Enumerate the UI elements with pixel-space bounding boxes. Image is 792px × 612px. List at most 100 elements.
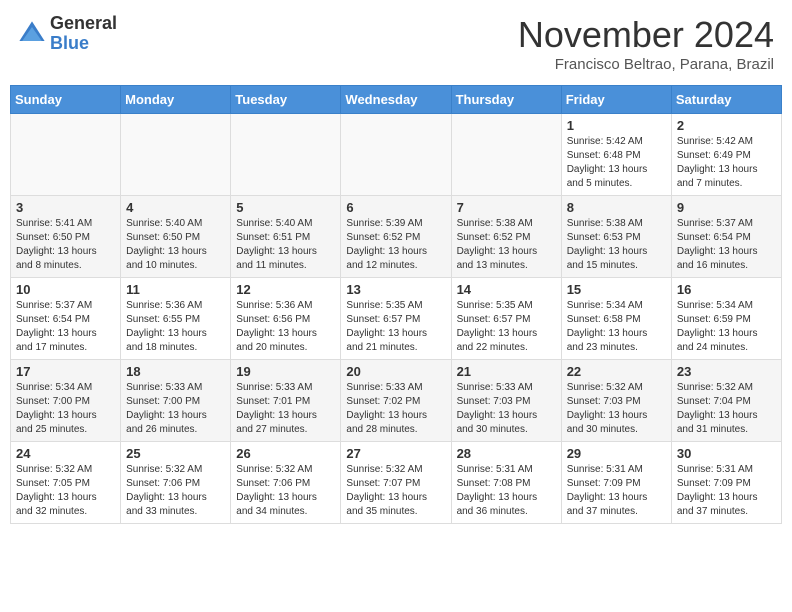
cell-info: Sunrise: 5:31 AMSunset: 7:09 PMDaylight:… <box>567 463 666 519</box>
calendar-table: SundayMondayTuesdayWednesdayThursdayFrid… <box>10 85 782 524</box>
calendar-cell: 4 Sunrise: 5:40 AMSunset: 6:50 PMDaylight… <box>121 196 231 278</box>
day-number: 3 <box>16 200 115 215</box>
day-number: 2 <box>677 118 776 133</box>
calendar-cell: 26 Sunrise: 5:32 AMSunset: 7:06 PMDayligh… <box>231 442 341 524</box>
calendar-cell <box>341 114 451 196</box>
calendar-cell: 6Sunrise: 5:39 AMSunset: 6:52 PMDaylight… <box>341 196 451 278</box>
day-number: 5 <box>236 200 335 215</box>
cell-info: Sunrise: 5:33 AMSunset: 7:03 PMDaylight:… <box>457 381 556 437</box>
logo: General Blue <box>18 14 117 54</box>
calendar-cell: 22 Sunrise: 5:32 AMSunset: 7:03 PMDayligh… <box>561 360 671 442</box>
day-number: 25 <box>126 446 225 461</box>
weekday-header-tuesday: Tuesday <box>231 86 341 114</box>
calendar-header: SundayMondayTuesdayWednesdayThursdayFrid… <box>11 86 782 114</box>
day-number: 30 <box>677 446 776 461</box>
cell-info: Sunrise: 5:32 AMSunset: 7:07 PMDaylight:… <box>346 463 445 519</box>
cell-info: Sunrise: 5:34 AMSunset: 7:00 PMDaylight:… <box>16 381 115 437</box>
calendar-cell: 24 Sunrise: 5:32 AMSunset: 7:05 PMDayligh… <box>11 442 121 524</box>
day-number: 11 <box>126 282 225 297</box>
day-number: 4 <box>126 200 225 215</box>
calendar-cell: 17 Sunrise: 5:34 AMSunset: 7:00 PMDayligh… <box>11 360 121 442</box>
day-number: 15 <box>567 282 666 297</box>
day-number: 8 <box>567 200 666 215</box>
cell-info: Sunrise: 5:36 AMSunset: 6:55 PMDaylight:… <box>126 299 225 355</box>
calendar-week-3: 10 Sunrise: 5:37 AMSunset: 6:54 PMDayligh… <box>11 278 782 360</box>
cell-info: Sunrise: 5:31 AMSunset: 7:08 PMDaylight:… <box>457 463 556 519</box>
calendar-cell: 7 Sunrise: 5:38 AMSunset: 6:52 PMDaylight… <box>451 196 561 278</box>
calendar-cell: 30 Sunrise: 5:31 AMSunset: 7:09 PMDayligh… <box>671 442 781 524</box>
calendar-cell: 25Sunrise: 5:32 AMSunset: 7:06 PMDayligh… <box>121 442 231 524</box>
day-number: 7 <box>457 200 556 215</box>
day-number: 29 <box>567 446 666 461</box>
calendar-cell: 14 Sunrise: 5:35 AMSunset: 6:57 PMDayligh… <box>451 278 561 360</box>
calendar-cell: 1 Sunrise: 5:42 AMSunset: 6:48 PMDaylight… <box>561 114 671 196</box>
cell-info: Sunrise: 5:34 AMSunset: 6:58 PMDaylight:… <box>567 299 666 355</box>
cell-info: Sunrise: 5:42 AMSunset: 6:49 PMDaylight:… <box>677 135 776 191</box>
calendar-cell: 20 Sunrise: 5:33 AMSunset: 7:02 PMDayligh… <box>341 360 451 442</box>
weekday-row: SundayMondayTuesdayWednesdayThursdayFrid… <box>11 86 782 114</box>
day-number: 18 <box>126 364 225 379</box>
cell-info: Sunrise: 5:32 AMSunset: 7:06 PMDaylight:… <box>236 463 335 519</box>
cell-info: Sunrise: 5:32 AMSunset: 7:03 PMDaylight:… <box>567 381 666 437</box>
calendar-cell: 16 Sunrise: 5:34 AMSunset: 6:59 PMDayligh… <box>671 278 781 360</box>
day-number: 20 <box>346 364 445 379</box>
calendar-cell <box>451 114 561 196</box>
day-number: 10 <box>16 282 115 297</box>
day-number: 16 <box>677 282 776 297</box>
cell-info: Sunrise: 5:32 AMSunset: 7:04 PMDaylight:… <box>677 381 776 437</box>
cell-info: Sunrise: 5:35 AMSunset: 6:57 PMDaylight:… <box>457 299 556 355</box>
title-block: November 2024 Francisco Beltrao, Parana,… <box>518 14 774 73</box>
cell-info: Sunrise: 5:42 AMSunset: 6:48 PMDaylight:… <box>567 135 666 191</box>
calendar-cell: 2 Sunrise: 5:42 AMSunset: 6:49 PMDaylight… <box>671 114 781 196</box>
day-number: 28 <box>457 446 556 461</box>
calendar-cell: 9 Sunrise: 5:37 AMSunset: 6:54 PMDaylight… <box>671 196 781 278</box>
calendar-cell: 21 Sunrise: 5:33 AMSunset: 7:03 PMDayligh… <box>451 360 561 442</box>
calendar-cell: 27Sunrise: 5:32 AMSunset: 7:07 PMDayligh… <box>341 442 451 524</box>
cell-info: Sunrise: 5:37 AMSunset: 6:54 PMDaylight:… <box>677 217 776 273</box>
logo-text: General Blue <box>50 14 117 54</box>
cell-info: Sunrise: 5:38 AMSunset: 6:52 PMDaylight:… <box>457 217 556 273</box>
cell-info: Sunrise: 5:32 AMSunset: 7:05 PMDaylight:… <box>16 463 115 519</box>
logo-icon <box>18 20 46 48</box>
logo-general-text: General <box>50 14 117 34</box>
day-number: 24 <box>16 446 115 461</box>
cell-info: Sunrise: 5:40 AMSunset: 6:50 PMDaylight:… <box>126 217 225 273</box>
calendar-cell: 28 Sunrise: 5:31 AMSunset: 7:08 PMDayligh… <box>451 442 561 524</box>
calendar-week-5: 24 Sunrise: 5:32 AMSunset: 7:05 PMDayligh… <box>11 442 782 524</box>
cell-info: Sunrise: 5:41 AMSunset: 6:50 PMDaylight:… <box>16 217 115 273</box>
day-number: 22 <box>567 364 666 379</box>
cell-info: Sunrise: 5:37 AMSunset: 6:54 PMDaylight:… <box>16 299 115 355</box>
calendar-cell: 19 Sunrise: 5:33 AMSunset: 7:01 PMDayligh… <box>231 360 341 442</box>
cell-info: Sunrise: 5:35 AMSunset: 6:57 PMDaylight:… <box>346 299 445 355</box>
day-number: 1 <box>567 118 666 133</box>
day-number: 17 <box>16 364 115 379</box>
cell-info: Sunrise: 5:34 AMSunset: 6:59 PMDaylight:… <box>677 299 776 355</box>
cell-info: Sunrise: 5:33 AMSunset: 7:01 PMDaylight:… <box>236 381 335 437</box>
day-number: 13 <box>346 282 445 297</box>
cell-info: Sunrise: 5:33 AMSunset: 7:02 PMDaylight:… <box>346 381 445 437</box>
calendar-cell: 3 Sunrise: 5:41 AMSunset: 6:50 PMDaylight… <box>11 196 121 278</box>
day-number: 12 <box>236 282 335 297</box>
weekday-header-monday: Monday <box>121 86 231 114</box>
day-number: 19 <box>236 364 335 379</box>
day-number: 14 <box>457 282 556 297</box>
calendar-cell: 11 Sunrise: 5:36 AMSunset: 6:55 PMDayligh… <box>121 278 231 360</box>
logo-blue-text: Blue <box>50 34 117 54</box>
location-subtitle: Francisco Beltrao, Parana, Brazil <box>518 56 774 73</box>
weekday-header-friday: Friday <box>561 86 671 114</box>
cell-info: Sunrise: 5:31 AMSunset: 7:09 PMDaylight:… <box>677 463 776 519</box>
day-number: 26 <box>236 446 335 461</box>
cell-info: Sunrise: 5:33 AMSunset: 7:00 PMDaylight:… <box>126 381 225 437</box>
day-number: 23 <box>677 364 776 379</box>
month-title: November 2024 <box>518 14 774 56</box>
calendar-cell <box>11 114 121 196</box>
cell-info: Sunrise: 5:36 AMSunset: 6:56 PMDaylight:… <box>236 299 335 355</box>
calendar-cell: 13 Sunrise: 5:35 AMSunset: 6:57 PMDayligh… <box>341 278 451 360</box>
day-number: 9 <box>677 200 776 215</box>
weekday-header-thursday: Thursday <box>451 86 561 114</box>
page-header: General Blue November 2024 Francisco Bel… <box>10 10 782 77</box>
day-number: 21 <box>457 364 556 379</box>
weekday-header-wednesday: Wednesday <box>341 86 451 114</box>
calendar-cell <box>231 114 341 196</box>
cell-info: Sunrise: 5:39 AMSunset: 6:52 PMDaylight:… <box>346 217 445 273</box>
